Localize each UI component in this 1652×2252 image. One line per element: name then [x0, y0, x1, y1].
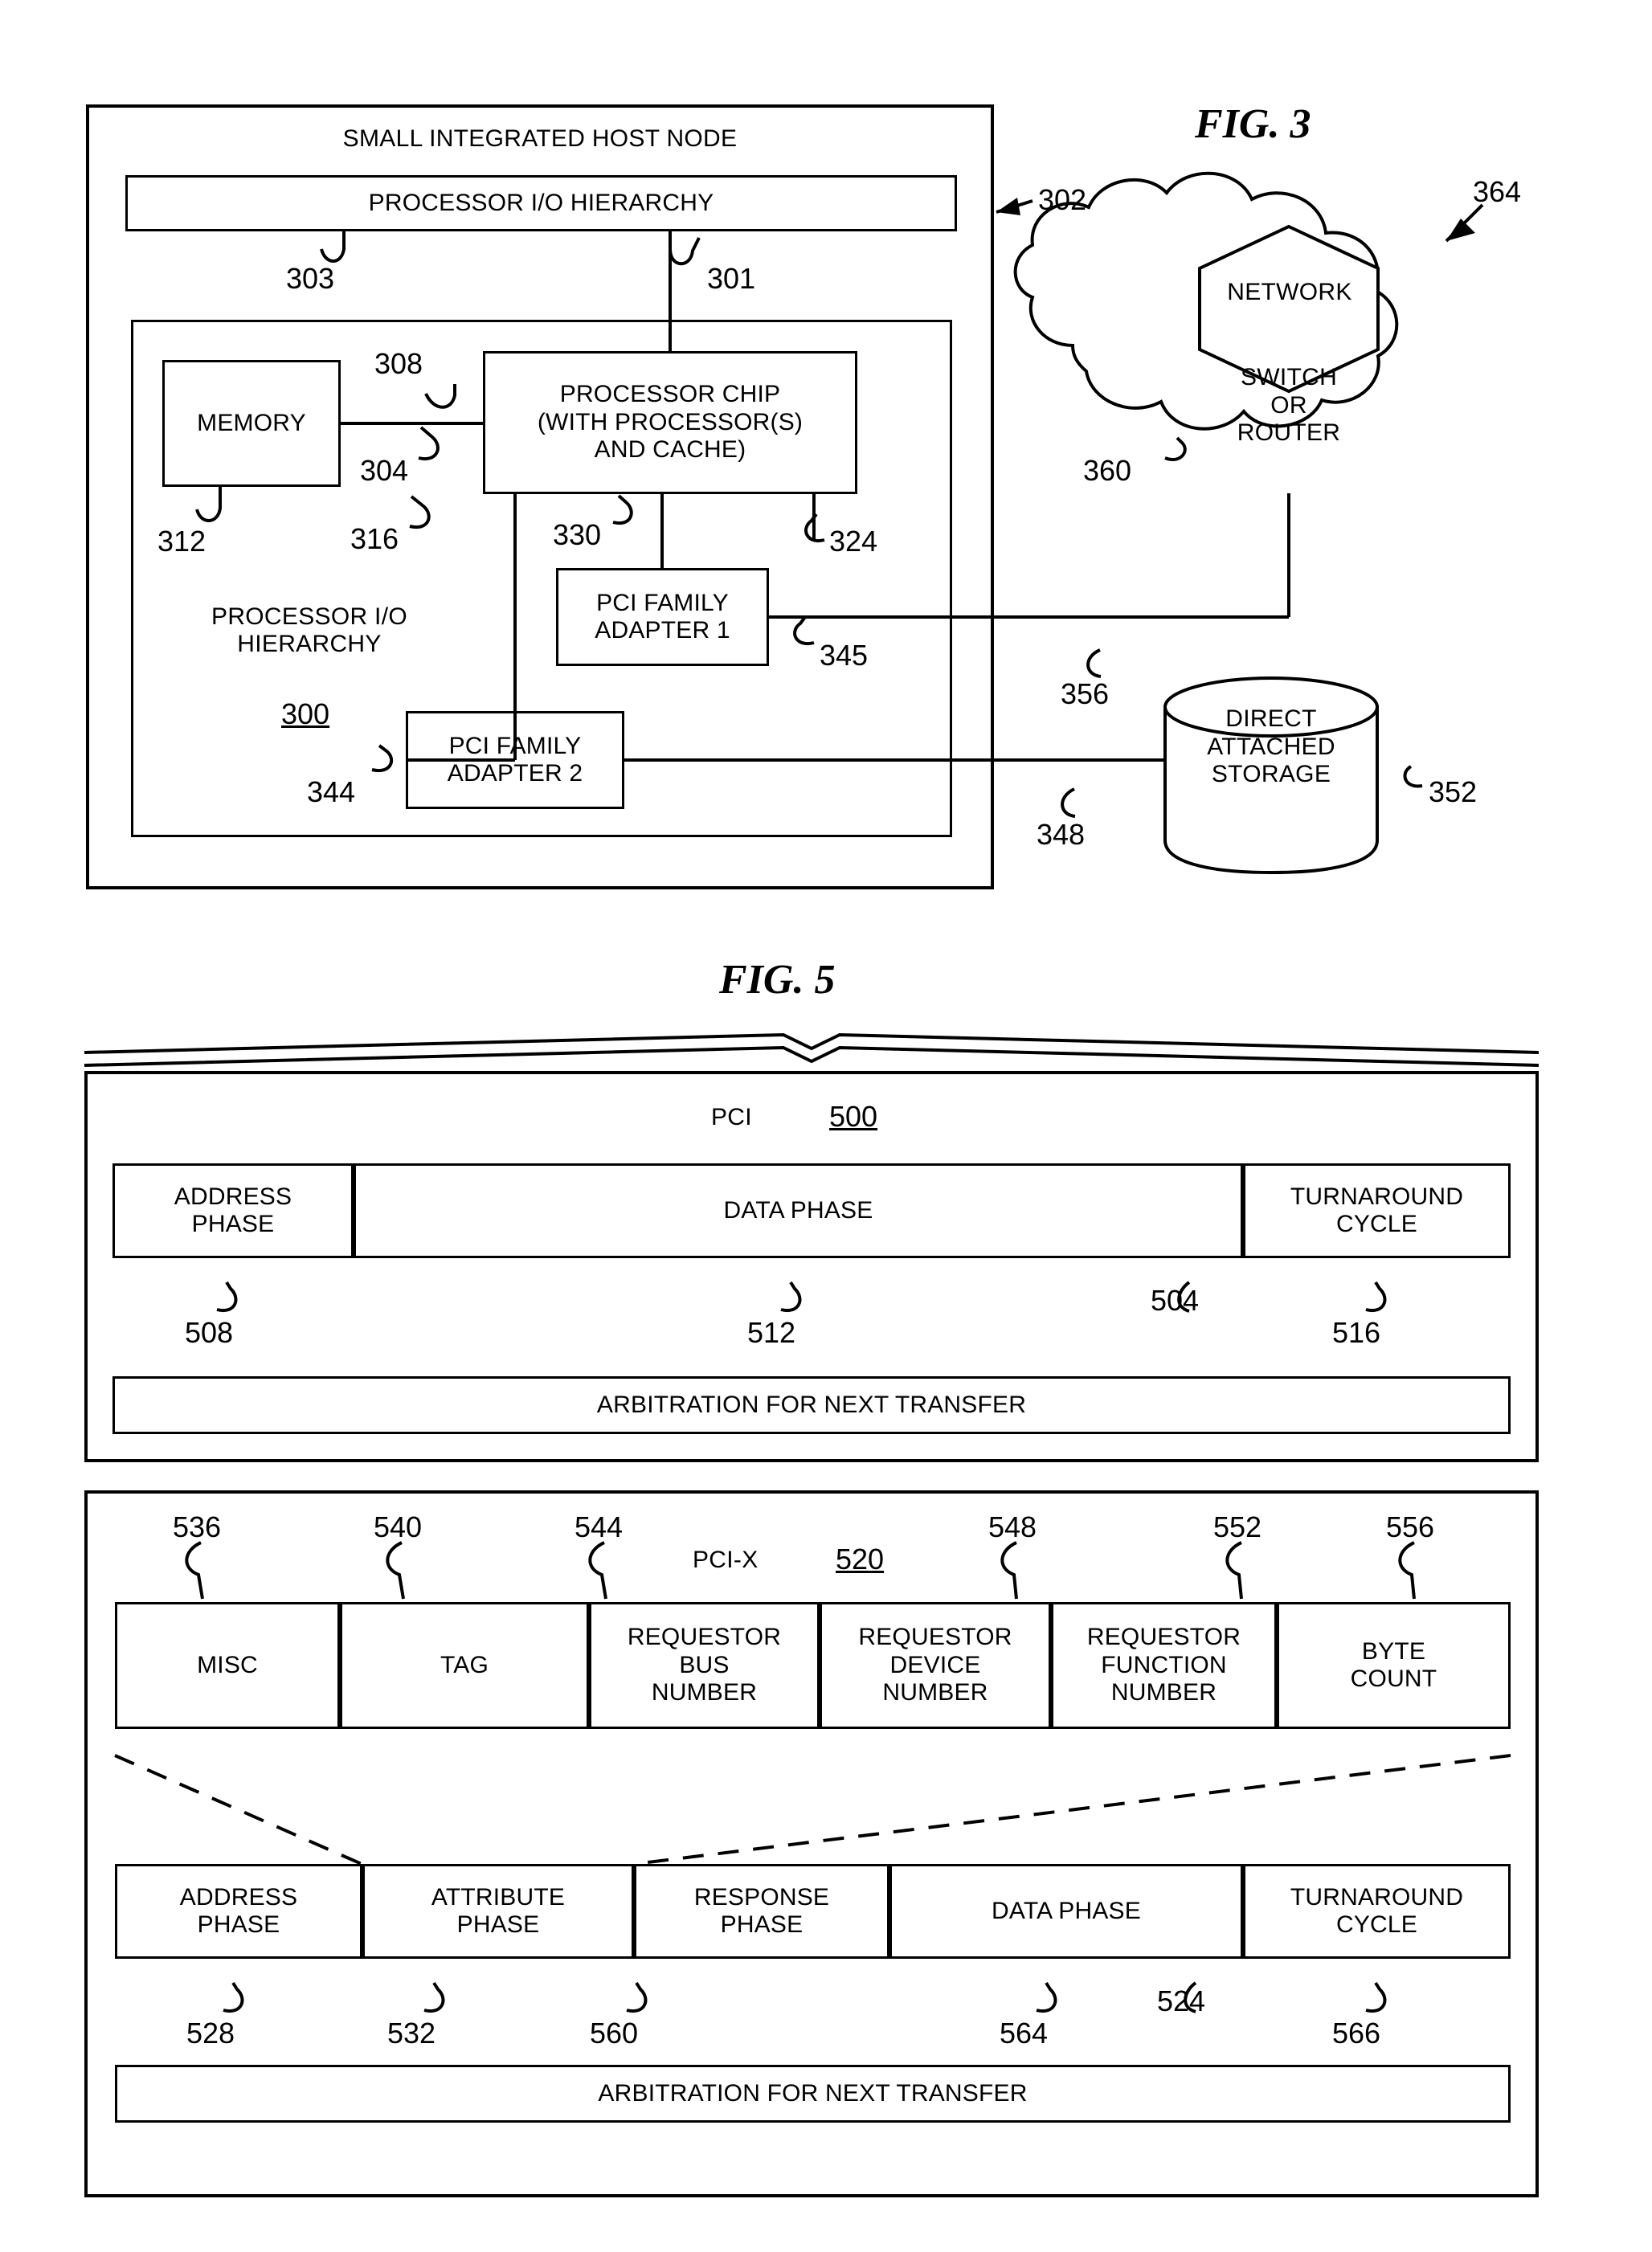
pcix-ref-532: 532 — [387, 2017, 436, 2050]
pcix-arbitration-label: ARBITRATION FOR NEXT TRANSFER — [598, 2079, 1028, 2107]
pcix-ref-560: 560 — [590, 2017, 639, 2050]
fig5-pcix-bottom-leaders — [223, 1981, 1387, 2013]
pcix-ref-566: 566 — [1332, 2017, 1381, 2050]
pcix-ref-564: 564 — [1000, 2017, 1049, 2050]
patent-figure-page: FIG. 3 SMALL INTEGRATED HOST NODE PROCES… — [0, 0, 1652, 2252]
pcix-arbitration-bar: ARBITRATION FOR NEXT TRANSFER — [115, 2065, 1511, 2123]
pcix-ref-524: 524 — [1157, 1984, 1206, 2017]
pcix-ref-528: 528 — [186, 2017, 235, 2050]
